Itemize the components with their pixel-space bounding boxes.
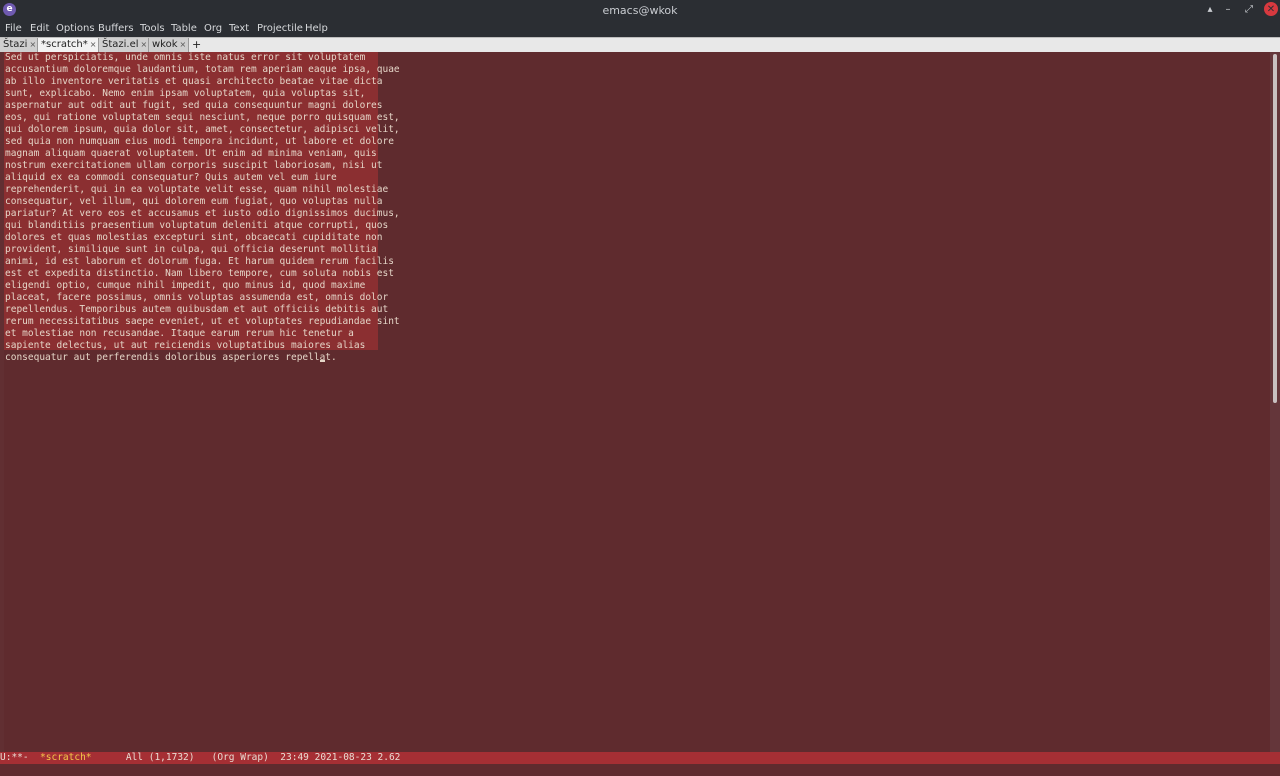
text-line: Sed ut perspiciatis, unde omnis iste nat… <box>5 52 366 63</box>
text-line: aliquid ex ea commodi consequatur? Quis … <box>5 172 337 183</box>
text-line: dolores et quas molestias excepturi sint… <box>5 232 383 243</box>
tab-label: Štazi <box>3 39 28 50</box>
text-line: provident, similique sunt in culpa, qui … <box>5 244 377 255</box>
text-line: pariatur? At vero eos et accusamus et iu… <box>5 208 400 219</box>
minimize-button[interactable]: – <box>1221 2 1235 16</box>
text-line: sed quia non numquam eius modi tempora i… <box>5 136 394 147</box>
tab-close-icon[interactable]: × <box>29 40 36 49</box>
text-line: consequatur aut perferendis doloribus as… <box>5 352 337 363</box>
text-line: eos, qui ratione voluptatem sequi nesciu… <box>5 112 400 123</box>
echo-area[interactable] <box>0 764 1280 776</box>
buffer-text[interactable]: Sed ut perspiciatis, unde omnis iste nat… <box>5 52 1245 364</box>
modeline-time: 23:49 2021-08-23 2.62 <box>280 752 401 763</box>
text-line: magnam aliquam quaerat voluptatem. Ut en… <box>5 148 377 159</box>
menu-projectile[interactable]: Projectile <box>257 23 303 34</box>
modeline-modes[interactable]: (Org Wrap) <box>212 752 281 763</box>
menu-edit[interactable]: Edit <box>30 23 49 34</box>
scrollbar-thumb[interactable] <box>1273 54 1277 403</box>
keep-above-icon[interactable]: ▴ <box>1203 2 1217 16</box>
text-line: qui dolorem ipsum, quia dolor sit, amet,… <box>5 124 400 135</box>
text-line: nostrum exercitationem ullam corporis su… <box>5 160 383 171</box>
vertical-scrollbar[interactable] <box>1270 52 1280 752</box>
menu-org[interactable]: Org <box>204 23 222 34</box>
menu-table[interactable]: Table <box>171 23 197 34</box>
text-line: consequatur, vel illum, qui dolorem eum … <box>5 196 383 207</box>
menu-options[interactable]: Options <box>56 23 95 34</box>
text-line: sunt, explicabo. Nemo enim ipsam volupta… <box>5 88 366 99</box>
tab-stazi[interactable]: Štazi × <box>0 38 38 52</box>
modeline-buffer-name[interactable]: *scratch* <box>40 752 91 763</box>
text-line: eligendi optio, cumque nihil impedit, qu… <box>5 280 366 291</box>
mode-line: U:**- *scratch* All (1,1732) (Org Wrap) … <box>0 752 1280 764</box>
text-cursor <box>320 360 325 362</box>
modeline-status: U:**- <box>0 752 41 763</box>
tab-stazi-el[interactable]: Štazi.el × <box>99 38 149 52</box>
text-line: est et expedita distinctio. Nam libero t… <box>5 268 394 279</box>
maximize-button[interactable]: ⤢ <box>1242 2 1256 16</box>
text-line: aspernatur aut odit aut fugit, sed quia … <box>5 100 383 111</box>
tab-wkok[interactable]: wkok × <box>149 38 189 52</box>
editor-window[interactable]: Sed ut perspiciatis, unde omnis iste nat… <box>0 52 1270 752</box>
tab-bar: Štazi × *scratch* × Štazi.el × wkok × + <box>0 37 1280 53</box>
menu-bar: File Edit Options Buffers Tools Table Or… <box>0 20 1280 37</box>
text-line: ab illo inventore veritatis et quasi arc… <box>5 76 383 87</box>
text-line: reprehenderit, qui in ea voluptate velit… <box>5 184 389 195</box>
text-line: sapiente delectus, ut aut reiciendis vol… <box>5 340 366 351</box>
text-line: placeat, facere possimus, omnis voluptas… <box>5 292 389 303</box>
text-line: rerum necessitatibus saepe eveniet, ut e… <box>5 316 400 327</box>
tab-close-icon[interactable]: × <box>141 40 148 49</box>
menu-buffers[interactable]: Buffers <box>98 23 134 34</box>
tab-label: *scratch* <box>41 39 88 50</box>
tab-scratch[interactable]: *scratch* × <box>38 38 99 52</box>
text-line: animi, id est laborum et dolorum fuga. E… <box>5 256 394 267</box>
window-titlebar[interactable]: e emacs@wkok ▴ – ⤢ ✕ <box>0 0 1280 20</box>
tab-close-icon[interactable]: × <box>180 40 187 49</box>
text-line: et molestiae non recusandae. Itaque earu… <box>5 328 354 339</box>
modeline-position: All (1,1732) <box>91 752 212 763</box>
new-tab-button[interactable]: + <box>192 38 201 52</box>
window-title: emacs@wkok <box>602 4 678 17</box>
tab-close-icon[interactable]: × <box>90 40 97 49</box>
menu-file[interactable]: File <box>5 23 22 34</box>
menu-help[interactable]: Help <box>305 23 328 34</box>
tab-label: wkok <box>152 39 178 50</box>
close-button[interactable]: ✕ <box>1264 2 1278 16</box>
text-line: accusantium doloremque laudantium, totam… <box>5 64 400 75</box>
text-line: qui blanditiis praesentium voluptatum de… <box>5 220 389 231</box>
menu-text[interactable]: Text <box>229 23 249 34</box>
menu-tools[interactable]: Tools <box>140 23 165 34</box>
tab-label: Štazi.el <box>102 39 139 50</box>
text-line: repellendus. Temporibus autem quibusdam … <box>5 304 389 315</box>
